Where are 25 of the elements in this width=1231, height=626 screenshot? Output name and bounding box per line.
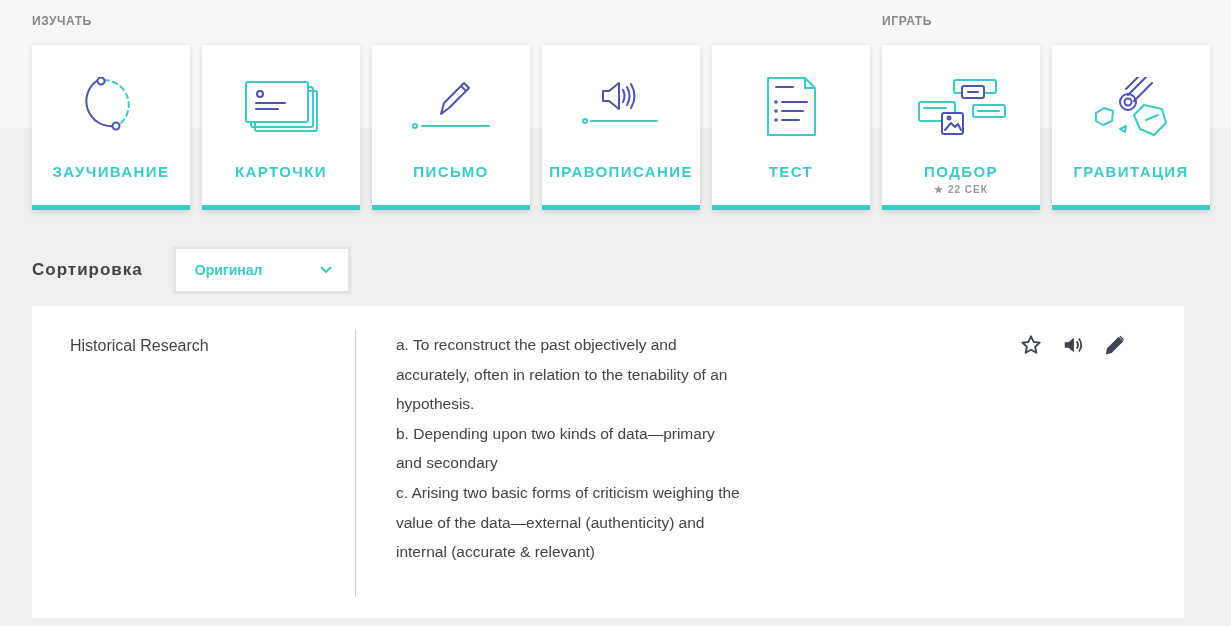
study-mode-card[interactable]: ЗАУЧИВАНИЕ — [32, 45, 190, 210]
matching-tiles-icon — [916, 77, 1006, 137]
study-mode-card[interactable]: ПОДБОР ★ 22 СЕК — [882, 45, 1040, 210]
star-icon[interactable] — [1020, 334, 1042, 356]
mode-label: ГРАВИТАЦИЯ — [1073, 163, 1189, 180]
study-mode-card[interactable]: ПРАВОПИСАНИЕ — [542, 45, 700, 210]
mode-label: ПРАВОПИСАНИЕ — [549, 163, 693, 180]
mode-label: КАРТОЧКИ — [235, 163, 327, 180]
study-mode-card[interactable]: ПИСЬМО — [372, 45, 530, 210]
mode-label: ЗАУЧИВАНИЕ — [52, 163, 170, 180]
study-mode-card[interactable]: ТЕСТ — [712, 45, 870, 210]
study-mode-card[interactable]: ГРАВИТАЦИЯ — [1052, 45, 1210, 210]
sort-label: Сортировка — [32, 260, 143, 280]
section-heading: ИЗУЧАТЬ — [32, 14, 93, 30]
definition-text: a. To reconstruct the past objectively and accurately, often in relation to the tenability of an hypothesis. b. Depending upon two kinds of data—primary and secondary c. Arising two basic forms of criticism weighing the value of the data—external (authenticity) and internal (accurate & relevant) — [396, 335, 741, 563]
mode-label: ПИСЬМО — [413, 163, 489, 180]
section-heading: ИГРАТЬ — [882, 14, 933, 30]
mode-label: ПОДБОР — [924, 163, 998, 180]
term-text: Historical Research — [70, 336, 210, 356]
sort-dropdown[interactable]: Оригинал — [172, 246, 351, 294]
mode-label: ТЕСТ — [768, 163, 814, 180]
chevron-down-icon — [319, 266, 332, 274]
best-time: ★ 22 СЕК — [934, 184, 988, 195]
pencil-icon[interactable] — [1104, 334, 1126, 356]
study-mode-card[interactable]: КАРТОЧКИ — [202, 45, 360, 210]
